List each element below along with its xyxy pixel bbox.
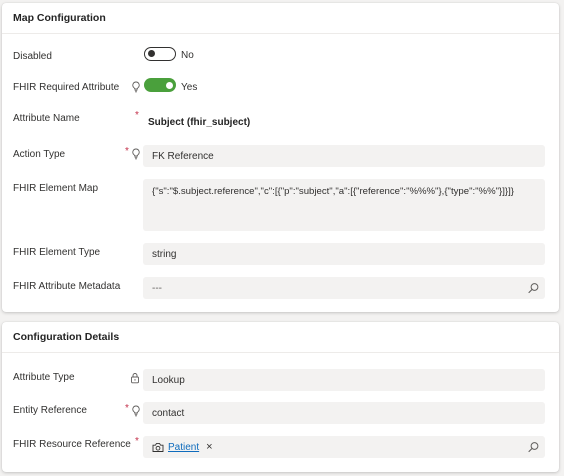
action-type-label: Action Type <box>13 149 66 160</box>
fhir-required-label: FHIR Required Attribute <box>13 82 120 93</box>
lightbulb-icon <box>132 148 140 160</box>
remove-tag-button[interactable]: × <box>206 441 212 453</box>
action-type-value: FK Reference <box>152 150 214 162</box>
required-marker: * <box>135 110 139 121</box>
configuration-details-section: Configuration Details Attribute Type Loo… <box>2 322 559 472</box>
attribute-metadata-lookup[interactable]: --- <box>143 277 545 299</box>
element-map-textarea[interactable]: {"s":"$.subject.reference","c":[{"p":"su… <box>143 179 545 231</box>
entity-reference-label: Entity Reference <box>13 405 87 416</box>
toggle-knob <box>166 81 173 89</box>
attribute-metadata-value: --- <box>152 282 162 294</box>
element-type-value: string <box>152 248 177 260</box>
entity-reference-value: contact <box>152 407 185 419</box>
divider <box>2 352 559 353</box>
fhir-required-toggle-text: Yes <box>181 82 198 93</box>
resource-reference-lookup[interactable]: Patient × <box>143 436 545 458</box>
attribute-metadata-label: FHIR Attribute Metadata <box>13 281 121 292</box>
disabled-toggle-text: No <box>181 50 194 61</box>
divider <box>2 33 559 34</box>
map-configuration-section: Map Configuration Disabled No FHIR Requi… <box>2 3 559 312</box>
fhir-required-toggle[interactable] <box>144 78 176 92</box>
action-type-field[interactable]: FK Reference <box>143 145 545 167</box>
attribute-type-field: Lookup <box>143 369 545 391</box>
required-marker: * <box>125 403 129 414</box>
lock-icon <box>131 373 139 384</box>
patient-record-link[interactable]: Patient <box>168 442 199 453</box>
lightbulb-icon <box>132 405 140 417</box>
resource-reference-label: FHIR Resource Reference <box>13 439 131 450</box>
entity-reference-field[interactable]: contact <box>143 402 545 424</box>
disabled-toggle[interactable] <box>144 47 176 61</box>
element-type-field[interactable]: string <box>143 243 545 265</box>
required-marker: * <box>125 146 129 157</box>
attribute-type-label: Attribute Type <box>13 372 75 383</box>
attribute-name-value: Subject (fhir_subject) <box>148 117 251 128</box>
attribute-name-label: Attribute Name <box>13 113 80 124</box>
disabled-label: Disabled <box>13 51 52 62</box>
lightbulb-icon <box>132 81 140 93</box>
element-type-label: FHIR Element Type <box>13 247 101 258</box>
section-title: Map Configuration <box>13 12 106 24</box>
attribute-type-value: Lookup <box>152 374 185 386</box>
search-icon[interactable] <box>528 283 539 294</box>
required-marker: * <box>135 436 139 447</box>
search-icon[interactable] <box>528 442 539 453</box>
camera-icon <box>152 442 164 452</box>
section-title: Configuration Details <box>13 331 120 343</box>
element-map-label: FHIR Element Map <box>13 183 99 194</box>
selected-record-tag: Patient × <box>152 441 213 453</box>
toggle-knob <box>148 50 155 58</box>
